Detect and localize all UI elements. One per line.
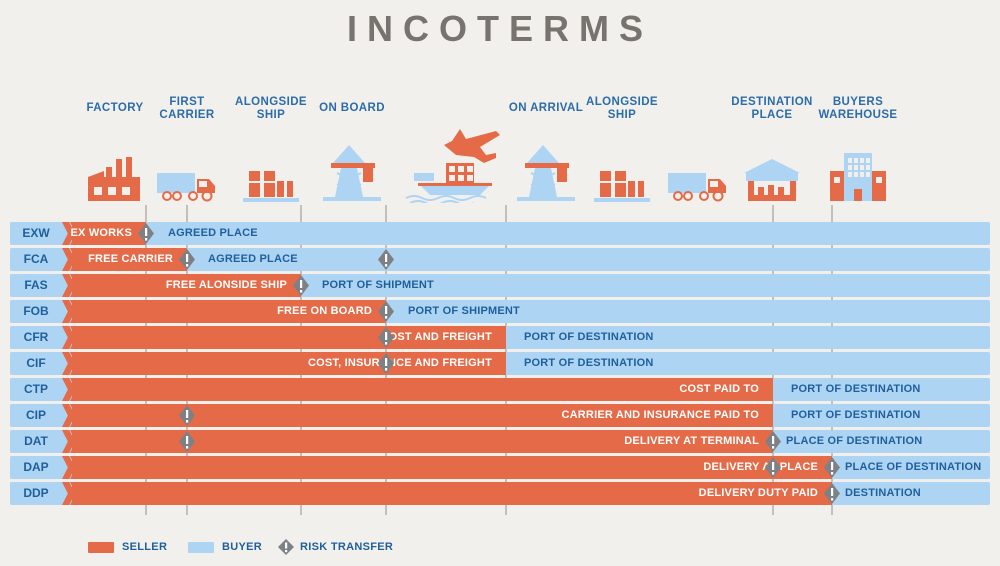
buyer-label: PORT OF DESTINATION bbox=[791, 383, 921, 395]
legend-label: BUYER bbox=[222, 541, 263, 553]
seller-label: DELIVERY AT TERMINAL bbox=[624, 435, 759, 447]
seller-label: COST AND FREIGHT bbox=[380, 331, 492, 343]
risk-transfer-icon bbox=[378, 249, 394, 270]
risk-transfer-icon bbox=[138, 223, 154, 244]
incoterm-row[interactable]: CIP CARRIER AND INSURANCE PAID TO PORT OF … bbox=[0, 404, 1000, 427]
seller-label: DELIVERY DUTY PAID bbox=[698, 487, 818, 499]
buyer-label: PORT OF DESTINATION bbox=[524, 357, 654, 369]
buyer-label: PLACE OF DESTINATION bbox=[786, 435, 923, 447]
incoterm-row[interactable]: CFR COST AND FREIGHT PORT OF DESTINATION bbox=[0, 326, 1000, 349]
incoterm-row[interactable]: CIF COST, INSURANCE AND FREIGHT PORT OF DE… bbox=[0, 352, 1000, 375]
legend-label: SELLER bbox=[122, 541, 168, 553]
incoterm-row[interactable]: EXW EX WORKS AGREED PLACE bbox=[0, 222, 1000, 245]
buyer-label: PORT OF DESTINATION bbox=[791, 409, 921, 421]
buyer-label: DESTINATION bbox=[845, 487, 921, 499]
seller-label: FREE ON BOARD bbox=[277, 305, 372, 317]
buyer-label: AGREED PLACE bbox=[208, 253, 298, 265]
legend-swatch bbox=[88, 542, 114, 553]
incoterm-row[interactable]: CTP COST PAID TO PORT OF DESTINATION bbox=[0, 378, 1000, 401]
seller-label: EX WORKS bbox=[70, 227, 132, 239]
legend-label: RISK TRANSFER bbox=[300, 541, 394, 553]
risk-transfer-icon bbox=[293, 275, 309, 296]
incoterm-row[interactable]: DAP DELIVERY AT PLACE PLACE OF DESTINATION bbox=[0, 456, 1000, 479]
incoterm-row[interactable]: DAT DELIVERY AT TERMINAL PLACE OF DESTINAT… bbox=[0, 430, 1000, 453]
incoterm-row[interactable]: FCA FREE CARRIER AGREED PLACE bbox=[0, 248, 1000, 271]
seller-label: DELIVERY AT PLACE bbox=[703, 461, 818, 473]
risk-transfer-icon bbox=[824, 457, 840, 478]
incoterm-row[interactable]: FOB FREE ON BOARD PORT OF SHIPMENT bbox=[0, 300, 1000, 323]
buyer-label: PORT OF SHIPMENT bbox=[408, 305, 520, 317]
seller-label: COST PAID TO bbox=[679, 383, 759, 395]
buyer-label: PORT OF SHIPMENT bbox=[322, 279, 434, 291]
risk-transfer-icon bbox=[378, 301, 394, 322]
risk-transfer-icon bbox=[179, 249, 195, 270]
seller-label: COST, INSURANCE AND FREIGHT bbox=[307, 357, 492, 369]
risk-transfer-icon bbox=[179, 405, 195, 426]
incoterms-chart: EXW EX WORKS AGREED PLACE FCA FREE CARRIER AG… bbox=[0, 0, 1000, 566]
buyer-label: AGREED PLACE bbox=[168, 227, 258, 239]
risk-transfer-icon bbox=[378, 327, 394, 348]
incoterm-row[interactable]: FAS FREE ALONSIDE SHIP PORT OF SHIPMENT bbox=[0, 274, 1000, 297]
seller-label: FREE CARRIER bbox=[88, 253, 173, 265]
seller-label: FREE ALONSIDE SHIP bbox=[165, 279, 287, 291]
risk-transfer-icon bbox=[179, 431, 195, 452]
seller-label: CARRIER AND INSURANCE PAID TO bbox=[561, 409, 759, 421]
risk-transfer-icon bbox=[824, 483, 840, 504]
risk-transfer-icon bbox=[378, 353, 394, 374]
risk-transfer-icon bbox=[765, 457, 781, 478]
risk-transfer-icon bbox=[278, 539, 294, 555]
buyer-bar bbox=[10, 222, 990, 245]
legend-swatch bbox=[188, 542, 214, 553]
buyer-label: PORT OF DESTINATION bbox=[524, 331, 654, 343]
buyer-label: PLACE OF DESTINATION bbox=[845, 461, 982, 473]
risk-transfer-icon bbox=[765, 431, 781, 452]
incoterm-row[interactable]: DDP DELIVERY DUTY PAID DESTINATION bbox=[0, 482, 1000, 505]
